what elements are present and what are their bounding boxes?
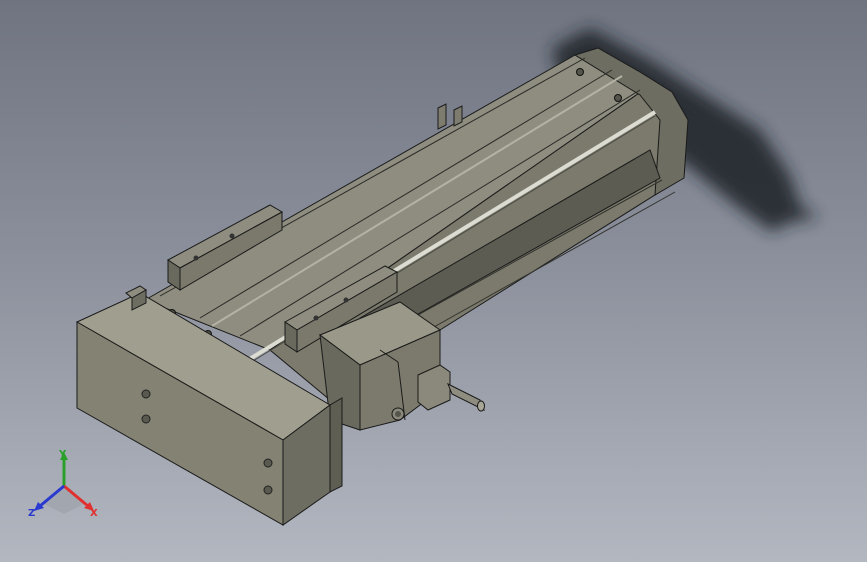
screw-icon <box>614 94 622 102</box>
triad-base <box>44 486 84 514</box>
bolt-hole-icon <box>263 485 273 495</box>
z-axis-label: Z <box>28 508 35 519</box>
linear-actuator-model[interactable] <box>0 0 867 562</box>
bolt-hole-icon <box>263 458 273 468</box>
orientation-triad[interactable]: Y X Z <box>26 448 102 524</box>
x-axis-label: X <box>90 508 98 519</box>
y-axis-label: Y <box>58 449 67 460</box>
screw-icon <box>576 68 584 76</box>
3d-viewport[interactable]: Y X Z <box>0 0 867 562</box>
bolt-hole-icon <box>141 414 151 424</box>
bolt-hole-icon <box>141 389 151 399</box>
